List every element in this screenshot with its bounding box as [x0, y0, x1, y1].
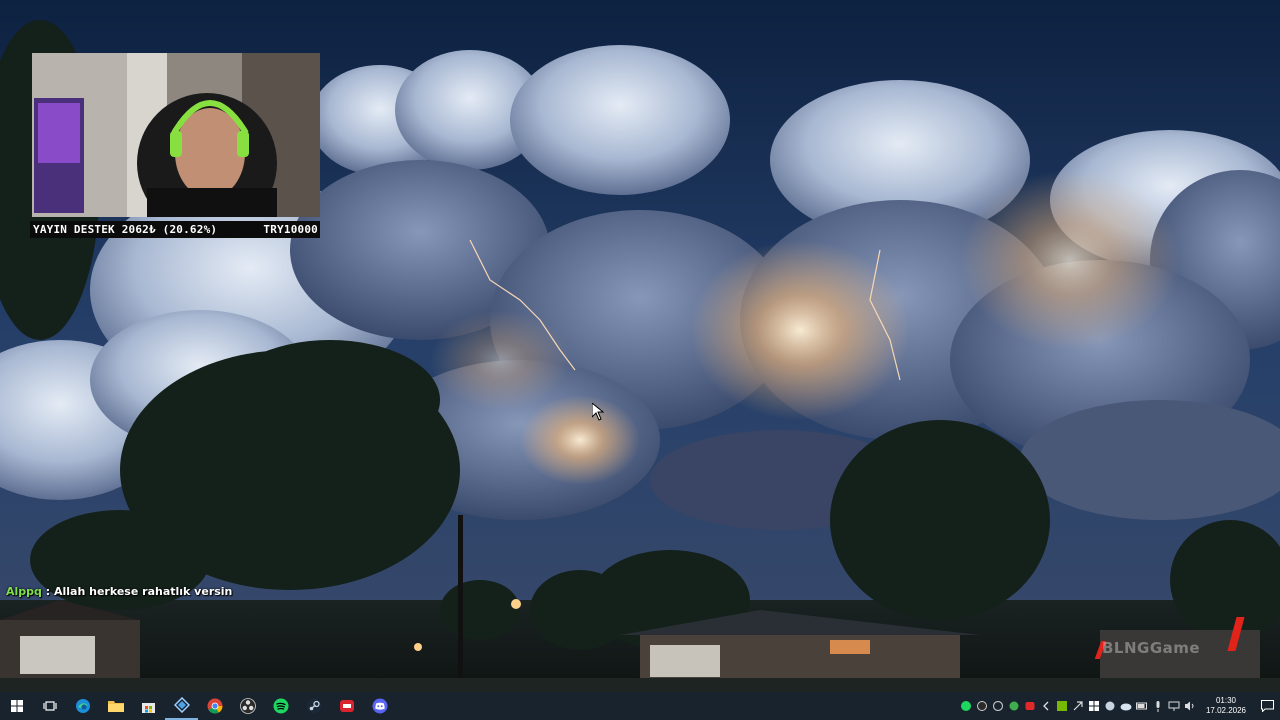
taskbar-app-file-explorer[interactable]	[99, 692, 132, 720]
tray-arrow[interactable]	[1070, 692, 1086, 720]
chrome-icon	[207, 698, 222, 714]
webcam-overlay	[32, 53, 320, 217]
steam-icon	[1105, 701, 1115, 711]
notification-center-button[interactable]	[1254, 692, 1280, 720]
mouse-cursor-icon	[592, 403, 604, 421]
taskbar-app-store[interactable]	[132, 692, 165, 720]
watermark-text: BLNGGame	[1102, 639, 1201, 657]
obs-icon	[239, 698, 256, 714]
windows-icon	[1089, 701, 1099, 711]
taskbar-app-edge[interactable]	[66, 692, 99, 720]
taskbar-app-chrome[interactable]	[198, 692, 231, 720]
donation-goal-bar: YAYIN DESTEK 2062₺ (20.62%) TRY10000	[30, 221, 320, 238]
chat-separator: :	[41, 585, 54, 598]
tray-steam[interactable]	[1102, 692, 1118, 720]
tray-windows[interactable]	[1086, 692, 1102, 720]
taskbar-app-spotify[interactable]	[264, 692, 297, 720]
arrow-icon	[1073, 701, 1083, 711]
clock-time: 01:30	[1215, 696, 1237, 705]
tray-shield[interactable]	[1006, 692, 1022, 720]
discord-icon	[372, 698, 387, 714]
app-icon	[173, 697, 190, 713]
record-icon	[1025, 702, 1035, 710]
taskbar-clock[interactable]: 01:30 17.02.2026	[1202, 696, 1250, 716]
tray-cloud[interactable]	[1118, 692, 1134, 720]
chevron-icon	[1043, 701, 1049, 711]
task-view-icon	[42, 701, 57, 711]
task-view-button[interactable]	[33, 692, 66, 720]
taskbar-app-discord[interactable]	[363, 692, 396, 720]
steam-icon	[306, 698, 321, 714]
edge-icon	[75, 699, 90, 713]
store-icon	[142, 702, 155, 713]
donation-goal: TRY10000	[263, 223, 318, 236]
volume-icon	[1185, 701, 1194, 711]
taskbar-app-obs[interactable]	[231, 692, 264, 720]
shield-icon	[1009, 701, 1019, 711]
game-icon	[339, 700, 354, 712]
tray-obs[interactable]	[974, 692, 990, 720]
taskbar-app-active[interactable]	[165, 692, 198, 720]
donation-label: YAYIN DESTEK 2062₺ (20.62%)	[33, 223, 218, 236]
clock-date: 17.02.2026	[1205, 706, 1247, 715]
tray-battery[interactable]	[1134, 692, 1150, 720]
start-button[interactable]	[0, 692, 33, 720]
cloud-icon	[1120, 703, 1132, 711]
app-icon	[993, 701, 1003, 711]
tray-volume[interactable]	[1182, 692, 1198, 720]
obs-icon	[977, 701, 987, 711]
folder-icon	[107, 701, 124, 712]
nvidia-icon	[1057, 701, 1067, 711]
spotify-icon	[961, 701, 971, 711]
windows-icon	[10, 700, 23, 712]
taskbar: 01:30 17.02.2026	[0, 692, 1280, 720]
tray-chevron[interactable]	[1038, 692, 1054, 720]
watermark-slash-right	[1227, 617, 1245, 651]
chat-text: Allah herkese rahatlık versin	[53, 585, 233, 598]
chat-message: Alppq : Allah herkese rahatlık versin	[6, 585, 232, 598]
channel-watermark: BLNGGame	[1094, 617, 1248, 663]
network-icon	[1168, 701, 1180, 711]
system-tray: 01:30 17.02.2026	[958, 692, 1280, 720]
microphone-icon	[1156, 700, 1160, 712]
notification-icon	[1260, 700, 1274, 712]
chat-username: Alppq	[6, 585, 42, 598]
tray-record[interactable]	[1022, 692, 1038, 720]
battery-icon	[1136, 702, 1147, 710]
tray-nvidia[interactable]	[1054, 692, 1070, 720]
taskbar-app-steam[interactable]	[297, 692, 330, 720]
tray-network[interactable]	[1166, 692, 1182, 720]
tray-app[interactable]	[990, 692, 1006, 720]
tray-microphone[interactable]	[1150, 692, 1166, 720]
tray-spotify[interactable]	[958, 692, 974, 720]
spotify-icon	[273, 698, 288, 714]
taskbar-app-game[interactable]	[330, 692, 363, 720]
